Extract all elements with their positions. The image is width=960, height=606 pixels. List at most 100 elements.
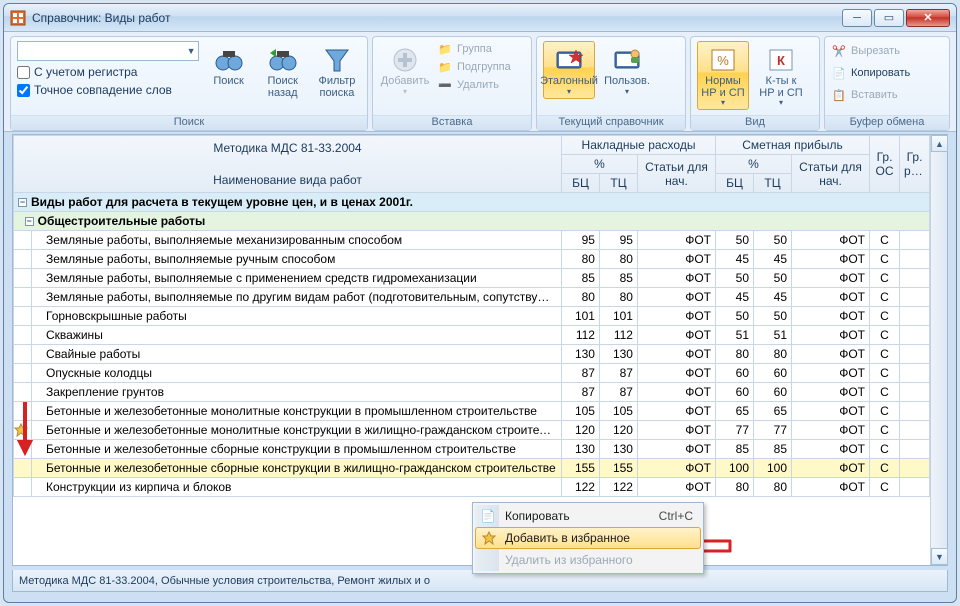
insert-group-item: 📁Группа xyxy=(437,41,511,57)
folder-icon: 📁 xyxy=(437,59,453,75)
table-row[interactable]: Бетонные и железобетонные сборные констр… xyxy=(14,440,930,459)
ctx-remove-favorite: Удалить из избранного xyxy=(475,549,701,571)
work-name-cell[interactable]: Земляные работы, выполняемые ручным спос… xyxy=(32,250,562,269)
work-name-cell[interactable]: Горновскрышные работы xyxy=(32,307,562,326)
star-icon xyxy=(14,423,31,437)
col-overhead: Накладные расходы xyxy=(561,136,715,155)
copy-icon: 📄 xyxy=(479,509,497,523)
col-method: Методика МДС 81-33.2004 Наименование вид… xyxy=(14,136,562,193)
ribbon-group-title: Вид xyxy=(691,115,819,130)
checkbox-icon[interactable] xyxy=(17,84,30,97)
data-grid[interactable]: Методика МДС 81-33.2004 Наименование вид… xyxy=(13,135,930,497)
work-name-cell[interactable]: Земляные работы, выполняемые по другим в… xyxy=(32,288,562,307)
svg-text:К: К xyxy=(777,53,785,68)
col-profit: Сметная прибыль xyxy=(716,136,870,155)
search-input[interactable]: ▼ xyxy=(17,41,199,61)
search-back-button[interactable]: Поиск назад xyxy=(259,41,307,102)
titlebar: Справочник: Виды работ ─ ▭ ✕ xyxy=(4,4,956,32)
table-row[interactable]: Земляные работы, выполняемые с применени… xyxy=(14,269,930,288)
collapse-icon[interactable]: − xyxy=(18,198,27,207)
folder-icon: 📁 xyxy=(437,41,453,57)
table-row[interactable]: Бетонные и железобетонные монолитные кон… xyxy=(14,421,930,440)
star-icon xyxy=(480,531,498,545)
user-directory-button[interactable]: Пользов. ▾ xyxy=(601,41,653,99)
ribbon-group-title: Текущий справочник xyxy=(537,115,685,130)
copy-item[interactable]: 📄Копировать xyxy=(831,65,910,81)
window-title: Справочник: Виды работ xyxy=(32,11,170,25)
work-name-cell[interactable]: Земляные работы, выполняемые механизиров… xyxy=(32,231,562,250)
norms-button[interactable]: % Нормы НР и СП ▾ xyxy=(697,41,749,110)
paste-item: 📋Вставить xyxy=(831,87,910,103)
clipboard-icon: 📋 xyxy=(831,87,847,103)
col-gr-os: Гр. ОС xyxy=(870,136,900,193)
work-name-cell[interactable]: Свайные работы xyxy=(32,345,562,364)
insert-subgroup-item: 📁Подгруппа xyxy=(437,59,511,75)
ribbon-group-title: Буфер обмена xyxy=(825,115,949,130)
table-row[interactable]: Горновскрышные работы101101ФОТ5050ФОТС xyxy=(14,307,930,326)
chk-exact-match[interactable]: Точное совпадение слов xyxy=(17,83,199,97)
minimize-button[interactable]: ─ xyxy=(842,9,872,27)
work-name-cell[interactable]: Бетонные и железобетонные сборные констр… xyxy=(32,440,562,459)
scissors-icon: ✂️ xyxy=(831,43,847,59)
ribbon-group-title: Вставка xyxy=(373,115,531,130)
table-row[interactable]: Земляные работы, выполняемые ручным спос… xyxy=(14,250,930,269)
work-name-cell[interactable]: Скважины xyxy=(32,326,562,345)
work-name-cell[interactable]: Закрепление грунтов xyxy=(32,383,562,402)
table-row[interactable]: Свайные работы130130ФОТ8080ФОТС xyxy=(14,345,930,364)
coeffs-button[interactable]: К К-ты к НР и СП ▾ xyxy=(755,41,807,110)
table-row[interactable]: Земляные работы, выполняемые механизиров… xyxy=(14,231,930,250)
close-button[interactable]: ✕ xyxy=(906,9,950,27)
reference-directory-button[interactable]: Эталонный ▾ xyxy=(543,41,595,99)
work-name-cell[interactable]: Земляные работы, выполняемые с применени… xyxy=(32,269,562,288)
funnel-icon xyxy=(321,44,353,76)
ribbon-group-title: Поиск xyxy=(11,115,367,130)
ribbon-group-insert: Добавить ▾ 📁Группа 📁Подгруппа ➖Удалить В… xyxy=(372,36,532,131)
table-row[interactable]: Закрепление грунтов8787ФОТ6060ФОТС xyxy=(14,383,930,402)
checkbox-icon[interactable] xyxy=(17,66,30,79)
chk-case-sensitive[interactable]: С учетом регистра xyxy=(17,65,199,79)
ctx-add-favorite[interactable]: Добавить в избранное xyxy=(475,527,701,549)
table-row[interactable]: Бетонные и железобетонные монолитные кон… xyxy=(14,402,930,421)
maximize-button[interactable]: ▭ xyxy=(874,9,904,27)
table-row[interactable]: Бетонные и железобетонные сборные констр… xyxy=(14,459,930,478)
work-name-cell[interactable]: Бетонные и железобетонные монолитные кон… xyxy=(32,421,562,440)
app-icon xyxy=(10,10,26,26)
ribbon-group-clipboard: ✂️Вырезать 📄Копировать 📋Вставить Буфер о… xyxy=(824,36,950,131)
search-button[interactable]: Поиск xyxy=(205,41,253,91)
status-text: Методика МДС 81-33.2004, Обычные условия… xyxy=(19,575,430,587)
ctx-copy[interactable]: 📄 Копировать Ctrl+C xyxy=(475,505,701,527)
group-row[interactable]: −Виды работ для расчета в текущем уровне… xyxy=(14,193,930,212)
table-row[interactable]: Опускные колодцы8787ФОТ6060ФОТС xyxy=(14,364,930,383)
collapse-icon[interactable]: − xyxy=(25,217,34,226)
scroll-down-button[interactable]: ▼ xyxy=(931,548,948,565)
subgroup-row[interactable]: −Общестроительные работы xyxy=(14,212,930,231)
context-menu: 📄 Копировать Ctrl+C Добавить в избранное… xyxy=(472,502,704,574)
cut-item: ✂️Вырезать xyxy=(831,43,910,59)
k-box-icon: К xyxy=(765,44,797,76)
book-user-icon xyxy=(611,44,643,76)
minus-icon: ➖ xyxy=(437,77,453,93)
table-row[interactable]: Скважины112112ФОТ5151ФОТС xyxy=(14,326,930,345)
table-row[interactable]: Земляные работы, выполняемые по другим в… xyxy=(14,288,930,307)
search-filter-button[interactable]: Фильтр поиска xyxy=(313,41,361,102)
plus-circle-icon xyxy=(389,44,421,76)
add-button: Добавить ▾ xyxy=(379,41,431,99)
ribbon-group-view: % Нормы НР и СП ▾ К К-ты к НР и СП ▾ Вид xyxy=(690,36,820,131)
chevron-down-icon: ▼ xyxy=(187,46,196,56)
binoculars-back-icon xyxy=(267,44,299,76)
work-name-cell[interactable]: Опускные колодцы xyxy=(32,364,562,383)
binoculars-icon xyxy=(213,44,245,76)
svg-text:%: % xyxy=(717,53,729,68)
book-star-icon xyxy=(553,44,585,76)
scroll-up-button[interactable]: ▲ xyxy=(931,135,948,152)
ribbon: ▼ С учетом регистра Точное совпадение сл… xyxy=(4,32,956,132)
work-name-cell[interactable]: Конструкции из кирпича и блоков xyxy=(32,478,562,497)
work-name-cell[interactable]: Бетонные и железобетонные сборные констр… xyxy=(32,459,562,478)
table-row[interactable]: Конструкции из кирпича и блоков122122ФОТ… xyxy=(14,478,930,497)
col-gr-res: Гр. рес. xyxy=(900,136,930,193)
delete-item: ➖Удалить xyxy=(437,77,511,93)
work-name-cell[interactable]: Бетонные и железобетонные монолитные кон… xyxy=(32,402,562,421)
percent-box-icon: % xyxy=(707,44,739,76)
vertical-scrollbar[interactable]: ▲ ▼ xyxy=(930,135,947,565)
ribbon-group-search: ▼ С учетом регистра Точное совпадение сл… xyxy=(10,36,368,131)
